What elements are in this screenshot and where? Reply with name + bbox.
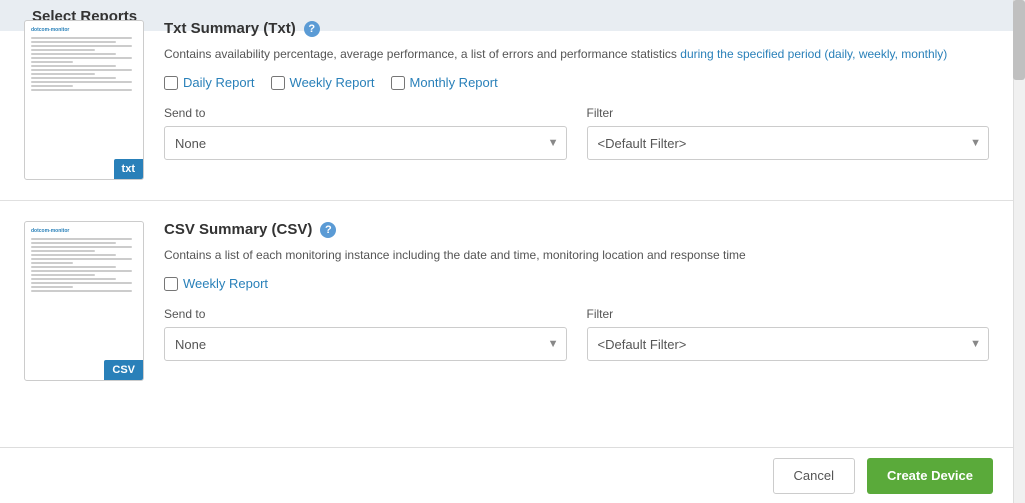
report-title-txt: Txt Summary (Txt) <box>164 20 296 37</box>
thumb-line <box>31 45 132 47</box>
filter-select-wrapper-txt: <Default Filter> ▼ <box>587 126 990 160</box>
send-to-label-txt: Send to <box>164 106 567 120</box>
footer-bar: Cancel Create Device <box>0 447 1013 503</box>
thumb-line <box>31 250 95 252</box>
report-thumbnail-txt: dotcom-monitor <box>24 20 144 180</box>
send-to-select-wrapper-txt: None ▼ <box>164 126 567 160</box>
filter-label-txt: Filter <box>587 106 990 120</box>
weekly-report-2-checkbox[interactable] <box>164 277 178 291</box>
filter-select-csv[interactable]: <Default Filter> <box>587 327 990 361</box>
thumb-line <box>31 238 132 240</box>
report-description-link-txt: during the specified period (daily, week… <box>680 47 947 61</box>
daily-report-label: Daily Report <box>183 75 255 90</box>
thumb-line <box>31 254 116 256</box>
filter-group-csv: Filter <Default Filter> ▼ <box>587 307 990 361</box>
report-section-csv: dotcom-monitor <box>0 201 1013 401</box>
thumb-line <box>31 262 73 264</box>
checkbox-row-csv: Weekly Report <box>164 276 989 291</box>
report-title-csv: CSV Summary (CSV) <box>164 221 312 238</box>
thumb-line <box>31 57 132 59</box>
checkbox-daily-report[interactable]: Daily Report <box>164 75 255 90</box>
thumb-line <box>31 77 116 79</box>
thumb-line <box>31 274 95 276</box>
daily-report-checkbox[interactable] <box>164 76 178 90</box>
thumb-logo-txt: dotcom-monitor <box>31 27 137 33</box>
thumb-line <box>31 37 132 39</box>
thumb-logo-csv: dotcom-monitor <box>31 228 137 234</box>
report-info-txt: Txt Summary (Txt) ? Contains availabilit… <box>164 20 989 180</box>
report-badge-csv: CSV <box>104 360 143 380</box>
weekly-report-1-label: Weekly Report <box>290 75 375 90</box>
report-description-csv: Contains a list of each monitoring insta… <box>164 246 989 264</box>
report-section-txt: dotcom-monitor <box>0 0 1013 201</box>
report-thumbnail-csv: dotcom-monitor <box>24 221 144 381</box>
thumb-line <box>31 41 116 43</box>
thumb-line <box>31 282 132 284</box>
thumb-line <box>31 53 116 55</box>
thumb-line <box>31 258 132 260</box>
report-title-row-csv: CSV Summary (CSV) ? <box>164 221 989 238</box>
thumb-line <box>31 278 116 280</box>
report-badge-txt: txt <box>114 159 143 179</box>
scroll-area: dotcom-monitor <box>0 0 1013 447</box>
thumb-line <box>31 49 95 51</box>
weekly-report-2-label: Weekly Report <box>183 276 268 291</box>
form-row-txt: Send to None ▼ Filter <box>164 106 989 160</box>
filter-group-txt: Filter <Default Filter> ▼ <box>587 106 990 160</box>
report-description-txt: Contains availability percentage, averag… <box>164 45 989 63</box>
thumb-line <box>31 73 95 75</box>
monthly-report-label: Monthly Report <box>410 75 498 90</box>
thumb-line <box>31 61 73 63</box>
thumb-line <box>31 290 132 292</box>
report-description-text-csv: Contains a list of each monitoring insta… <box>164 248 746 262</box>
create-device-button[interactable]: Create Device <box>867 458 993 494</box>
thumb-line <box>31 270 132 272</box>
filter-select-txt[interactable]: <Default Filter> <box>587 126 990 160</box>
monthly-report-checkbox[interactable] <box>391 76 405 90</box>
thumb-line <box>31 65 116 67</box>
checkbox-row-txt: Daily Report Weekly Report Monthly Repor… <box>164 75 989 90</box>
send-to-select-txt[interactable]: None <box>164 126 567 160</box>
report-title-row-txt: Txt Summary (Txt) ? <box>164 20 989 37</box>
filter-select-wrapper-csv: <Default Filter> ▼ <box>587 327 990 361</box>
form-row-csv: Send to None ▼ Filter <box>164 307 989 361</box>
send-to-select-wrapper-csv: None ▼ <box>164 327 567 361</box>
thumb-line <box>31 266 116 268</box>
report-info-csv: CSV Summary (CSV) ? Contains a list of e… <box>164 221 989 381</box>
checkbox-weekly-report-1[interactable]: Weekly Report <box>271 75 375 90</box>
thumb-line <box>31 242 116 244</box>
checkbox-monthly-report[interactable]: Monthly Report <box>391 75 498 90</box>
send-to-group-csv: Send to None ▼ <box>164 307 567 361</box>
thumb-line <box>31 81 132 83</box>
page-container: Select Reports dotcom-monitor <box>0 0 1025 503</box>
help-icon-txt[interactable]: ? <box>304 21 320 37</box>
thumb-line <box>31 286 73 288</box>
thumb-line <box>31 89 132 91</box>
scrollbar-thumb[interactable] <box>1013 0 1025 80</box>
cancel-button[interactable]: Cancel <box>773 458 855 494</box>
help-icon-csv[interactable]: ? <box>320 222 336 238</box>
send-to-group-txt: Send to None ▼ <box>164 106 567 160</box>
thumb-line <box>31 246 132 248</box>
checkbox-weekly-report-2[interactable]: Weekly Report <box>164 276 268 291</box>
filter-label-csv: Filter <box>587 307 990 321</box>
thumb-line <box>31 85 73 87</box>
send-to-label-csv: Send to <box>164 307 567 321</box>
scrollbar-track[interactable] <box>1013 0 1025 503</box>
thumb-line <box>31 69 132 71</box>
inner-panel: Select Reports dotcom-monitor <box>0 0 1013 503</box>
weekly-report-1-checkbox[interactable] <box>271 76 285 90</box>
send-to-select-csv[interactable]: None <box>164 327 567 361</box>
